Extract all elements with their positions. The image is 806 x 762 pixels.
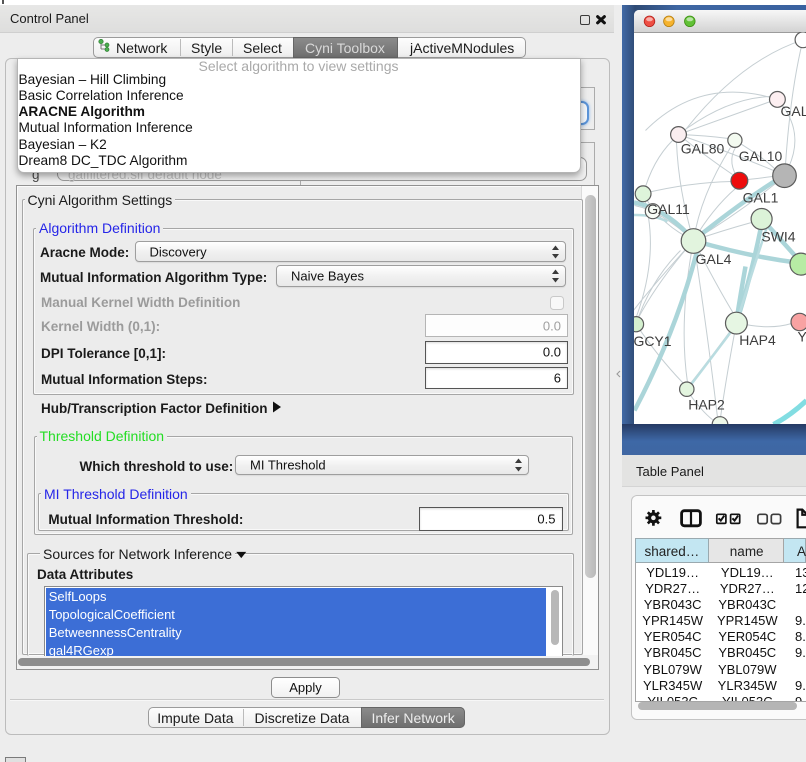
svg-text:GAL80: GAL80: [680, 140, 724, 156]
svg-text:SWI4: SWI4: [761, 228, 795, 244]
svg-text:GAL11: GAL11: [647, 200, 690, 216]
svg-text:GAL1: GAL1: [742, 189, 778, 205]
svg-text:GAL10: GAL10: [738, 147, 782, 163]
svg-text:GCY1: GCY1: [634, 332, 672, 348]
svg-text:Y: Y: [797, 328, 806, 344]
svg-text:GAL7: GAL7: [780, 102, 806, 118]
svg-text:GAL4: GAL4: [695, 250, 731, 266]
svg-text:HAP2: HAP2: [688, 396, 725, 412]
svg-text:HAP4: HAP4: [739, 331, 776, 347]
